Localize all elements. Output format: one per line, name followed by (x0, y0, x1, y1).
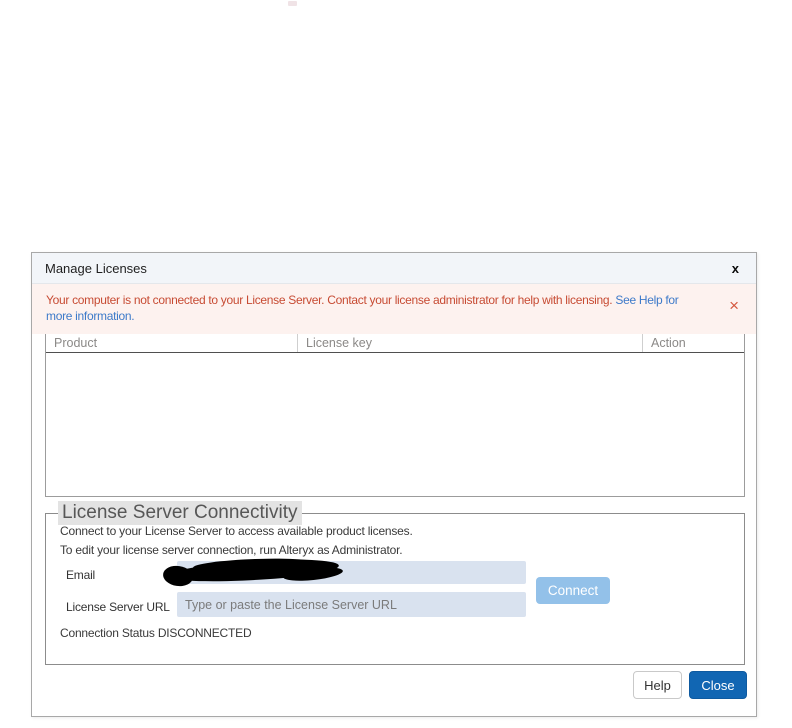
dialog-title: Manage Licenses (45, 260, 147, 276)
screen-artifact (288, 1, 297, 6)
license-table: Product License key Action (45, 334, 745, 497)
help-button[interactable]: Help (633, 671, 682, 699)
column-header-action[interactable]: Action (642, 334, 744, 352)
connection-status: Connection Status DISCONNECTED (60, 626, 252, 640)
section-legend: License Server Connectivity (58, 501, 302, 525)
license-table-body (46, 353, 744, 496)
close-button[interactable]: Close (689, 671, 747, 699)
column-header-product[interactable]: Product (46, 334, 297, 352)
connection-status-label: Connection Status (60, 626, 155, 640)
manage-licenses-dialog: Manage Licenses x Your computer is not c… (31, 252, 757, 717)
email-field[interactable] (177, 561, 526, 584)
banner-dismiss-icon[interactable]: × (729, 297, 739, 314)
dialog-titlebar: Manage Licenses x (32, 253, 756, 284)
license-server-url-label: License Server URL (66, 600, 170, 614)
warning-message-text: Your computer is not connected to your L… (46, 293, 613, 307)
dialog-close-icon[interactable]: x (728, 260, 743, 277)
connection-status-value: DISCONNECTED (157, 626, 252, 640)
license-server-connectivity-section: License Server Connectivity Connect to y… (45, 501, 745, 665)
license-server-url-field[interactable] (177, 592, 526, 617)
warning-message: Your computer is not connected to your L… (46, 292, 700, 324)
connect-button[interactable]: Connect (536, 577, 610, 604)
warning-banner: Your computer is not connected to your L… (32, 284, 756, 334)
connectivity-description-line1: Connect to your License Server to access… (60, 524, 413, 538)
email-label: Email (66, 568, 96, 582)
column-header-license-key[interactable]: License key (297, 334, 642, 352)
connectivity-description-line2: To edit your license server connection, … (60, 543, 403, 557)
license-table-header: Product License key Action (46, 334, 744, 353)
